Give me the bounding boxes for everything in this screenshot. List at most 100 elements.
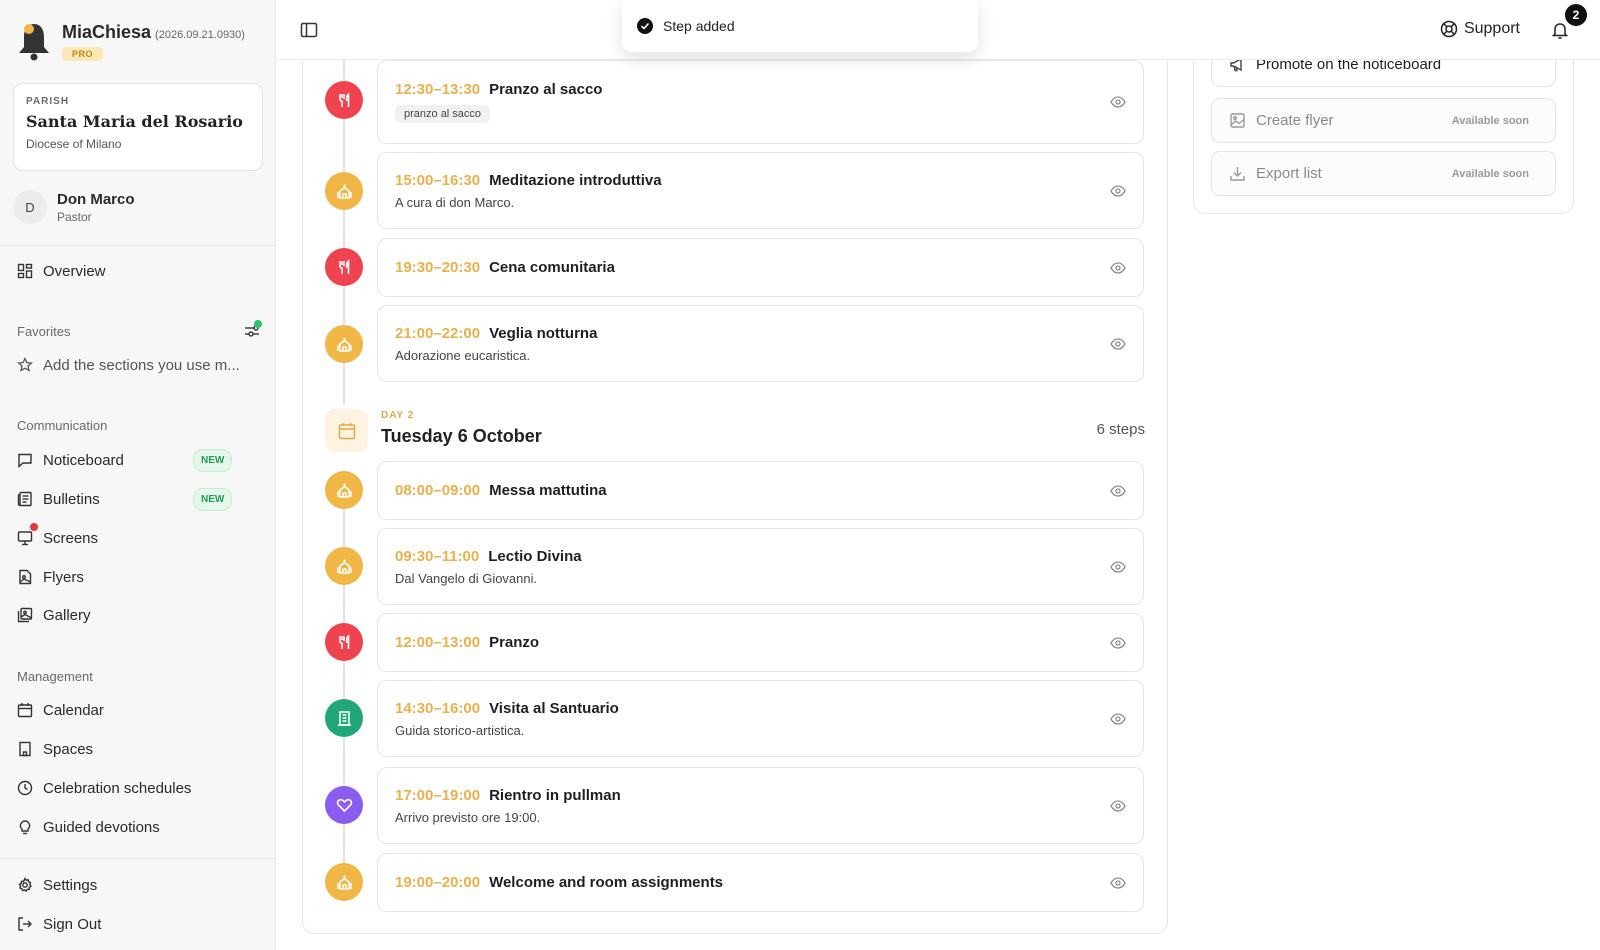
day-steps-count: 6 steps	[1096, 421, 1145, 438]
new-badge: NEW	[193, 448, 233, 472]
eye-icon[interactable]	[1110, 559, 1126, 575]
building-icon	[19, 741, 31, 757]
sidebar-item-celebration-schedules[interactable]: Celebration schedules	[17, 776, 262, 800]
avatar: D	[13, 190, 47, 224]
step-time: 12:30–13:30	[395, 81, 481, 98]
brand-version: (2026.09.21.0930)	[155, 29, 245, 41]
divider	[0, 858, 276, 859]
step-description: Dal Vangelo di Giovanni.	[395, 570, 538, 586]
export-list-button[interactable]: Export list Available soon	[1211, 151, 1556, 196]
church-icon	[325, 325, 363, 363]
calendar-icon	[325, 409, 368, 452]
sidebar-item-calendar[interactable]: Calendar	[17, 698, 262, 722]
step-time: 17:00–19:00	[395, 786, 481, 804]
new-badge: NEW	[193, 487, 233, 511]
eye-icon[interactable]	[1110, 260, 1126, 276]
step-description: Arrivo previsto ore 19:00.	[395, 809, 541, 825]
sidebar-item-label: Flyers	[43, 568, 84, 586]
sidebar-item-label: Bulletins	[43, 490, 100, 508]
sidebar-item-guided-devotions[interactable]: Guided devotions	[17, 815, 262, 839]
step-time: 09:30–11:00	[395, 547, 480, 565]
support-button[interactable]: Support	[1440, 20, 1520, 38]
day-label: DAY 2	[381, 410, 415, 421]
sidebar-item-bulletins[interactable]: Bulletins NEW	[17, 487, 262, 511]
monitor-icon	[17, 531, 33, 546]
step-card[interactable]: 12:00–13:00 Pranzo	[377, 613, 1144, 672]
step-card[interactable]: 08:00–09:00 Messa mattutina	[377, 461, 1144, 520]
step-card[interactable]: 14:30–16:00 Visita al Santuario Guida sto…	[377, 680, 1144, 757]
favorites-title: Favorites	[17, 324, 71, 339]
log-out-icon	[18, 917, 32, 931]
calendar-icon	[17, 703, 33, 718]
step-time: 19:00–20:00	[395, 874, 481, 891]
divider	[0, 245, 276, 246]
sidebar-item-overview[interactable]: Overview	[17, 259, 262, 283]
step-description: Guida storico-artistica.	[395, 722, 525, 738]
step-title: Meditazione introduttiva	[489, 171, 662, 189]
step-description: A cura di don Marco.	[395, 194, 515, 210]
step-card[interactable]: 21:00–22:00 Veglia notturna Adorazione eu…	[377, 305, 1144, 382]
sidebar-item-label: Noticeboard	[43, 451, 124, 469]
step-title: Cena comunitaria	[489, 259, 615, 276]
step-title: Messa mattutina	[489, 482, 607, 499]
step-card[interactable]: 17:00–19:00 Rientro in pullman Arrivo pre…	[377, 767, 1144, 844]
bell-logo-icon	[19, 24, 49, 61]
step-card[interactable]: 12:30–13:30 Pranzo al sacco pranzo al sac…	[377, 60, 1144, 144]
sidebar-item-sign-out[interactable]: Sign Out	[17, 912, 262, 936]
step-card[interactable]: 19:30–20:30 Cena comunitaria	[377, 238, 1144, 297]
gear-icon	[18, 877, 32, 893]
sidebar-toggle-icon[interactable]	[299, 20, 319, 40]
step-time: 12:00–13:00	[395, 634, 481, 651]
sidebar-item-noticeboard[interactable]: Noticeboard NEW	[17, 448, 262, 472]
user-profile[interactable]: D Don Marco Pastor	[13, 190, 135, 224]
step-time: 15:00–16:30	[395, 171, 481, 189]
communication-title: Communication	[17, 418, 108, 433]
parish-card[interactable]: PARISH Santa Maria del Rosario Diocese o…	[13, 83, 263, 171]
toast: Step added	[622, 0, 978, 52]
images-icon	[17, 607, 33, 623]
sidebar-item-label: Spaces	[43, 740, 94, 758]
favorites-hint[interactable]: Add the sections you use m...	[17, 353, 262, 377]
eye-icon[interactable]	[1110, 183, 1126, 199]
eye-icon[interactable]	[1110, 94, 1126, 110]
management-title: Management	[17, 669, 93, 684]
eye-icon[interactable]	[1110, 635, 1126, 651]
step-title: Rientro in pullman	[489, 786, 621, 804]
church-icon	[325, 863, 363, 901]
sidebar-item-label: Overview	[43, 262, 106, 280]
eye-icon[interactable]	[1110, 875, 1126, 891]
heart-icon	[325, 786, 363, 824]
support-label: Support	[1463, 20, 1520, 37]
sidebar: MiaChiesa (2026.09.21.0930) PRO PARISH Sa…	[0, 0, 276, 950]
create-flyer-label: Create flyer	[1256, 112, 1334, 129]
sidebar-item-spaces[interactable]: Spaces	[17, 737, 262, 761]
step-card[interactable]: 09:30–11:00 Lectio Divina Dal Vangelo di …	[377, 528, 1144, 605]
create-flyer-button[interactable]: Create flyer Available soon	[1211, 98, 1556, 143]
eye-icon[interactable]	[1110, 483, 1126, 499]
step-time: 08:00–09:00	[395, 482, 481, 499]
pro-badge: PRO	[62, 47, 104, 61]
sidebar-item-label: Guided devotions	[43, 818, 160, 836]
eye-icon[interactable]	[1110, 711, 1126, 727]
sidebar-item-flyers[interactable]: Flyers	[17, 565, 262, 589]
bell-icon[interactable]	[1550, 20, 1570, 40]
brand[interactable]: MiaChiesa (2026.09.21.0930) PRO	[16, 20, 245, 62]
day-title: Tuesday 6 October	[381, 426, 542, 446]
sidebar-item-gallery[interactable]: Gallery	[17, 603, 262, 627]
grid-icon	[17, 263, 33, 279]
lightbulb-icon	[19, 820, 31, 835]
sidebar-item-settings[interactable]: Settings	[17, 873, 262, 897]
eye-icon[interactable]	[1110, 798, 1126, 814]
export-list-label: Export list	[1256, 165, 1322, 182]
sidebar-item-label: Gallery	[43, 606, 91, 624]
fork-knife-icon	[325, 623, 363, 661]
newspaper-icon	[17, 491, 32, 507]
clock-icon	[17, 780, 33, 796]
step-card[interactable]: 15:00–16:30 Meditazione introduttiva A cu…	[377, 152, 1144, 229]
sidebar-item-label: Settings	[43, 876, 98, 894]
step-card[interactable]: 19:00–20:00 Welcome and room assignments	[377, 853, 1144, 912]
sidebar-item-screens[interactable]: Screens	[17, 526, 262, 550]
available-soon-badge: Available soon	[1451, 167, 1529, 180]
step-time: 14:30–16:00	[395, 699, 481, 717]
eye-icon[interactable]	[1110, 336, 1126, 352]
